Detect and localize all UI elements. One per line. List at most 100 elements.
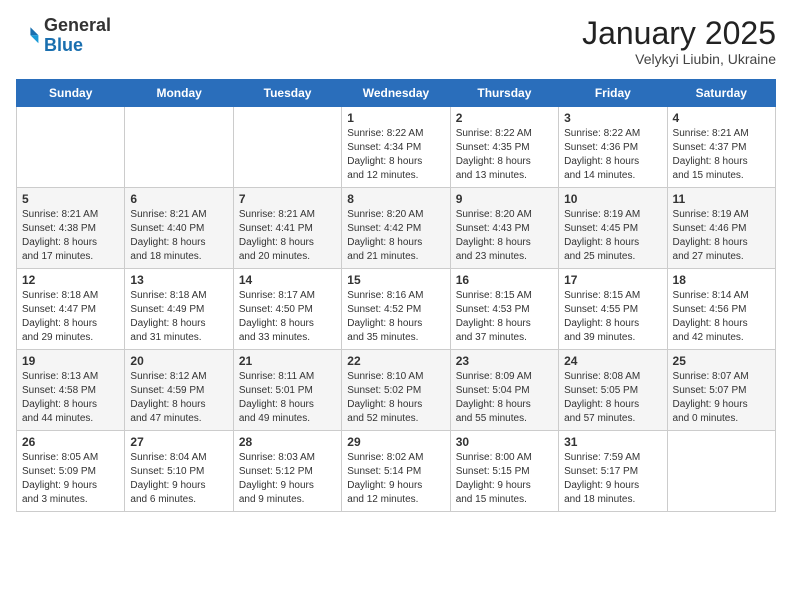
day-number: 1 (347, 111, 444, 125)
day-info: Sunrise: 8:12 AM Sunset: 4:59 PM Dayligh… (130, 370, 227, 426)
day-number: 14 (239, 273, 336, 287)
day-info: Sunrise: 8:19 AM Sunset: 4:45 PM Dayligh… (564, 208, 661, 264)
calendar-table: SundayMondayTuesdayWednesdayThursdayFrid… (16, 79, 776, 512)
day-info: Sunrise: 8:08 AM Sunset: 5:05 PM Dayligh… (564, 370, 661, 426)
day-info: Sunrise: 8:11 AM Sunset: 5:01 PM Dayligh… (239, 370, 336, 426)
calendar-cell: 8 Sunrise: 8:20 AM Sunset: 4:42 PM Daylig… (342, 188, 450, 269)
day-info: Sunrise: 8:05 AM Sunset: 5:09 PM Dayligh… (22, 451, 119, 507)
calendar-cell: 25 Sunrise: 8:07 AM Sunset: 5:07 PM Dayli… (667, 350, 775, 431)
day-header-thursday: Thursday (450, 80, 558, 107)
calendar-cell: 4Sunrise: 8:21 AM Sunset: 4:37 PM Daylig… (667, 107, 775, 188)
day-header-sunday: Sunday (17, 80, 125, 107)
day-number: 29 (347, 435, 444, 449)
calendar-week-row: 19Sunrise: 8:13 AM Sunset: 4:58 PM Dayli… (17, 350, 776, 431)
calendar-cell: 6Sunrise: 8:21 AM Sunset: 4:40 PM Daylig… (125, 188, 233, 269)
calendar-cell: 7 Sunrise: 8:21 AM Sunset: 4:41 PM Daylig… (233, 188, 341, 269)
day-info: Sunrise: 8:20 AM Sunset: 4:43 PM Dayligh… (456, 208, 553, 264)
calendar-cell: 1 Sunrise: 8:22 AM Sunset: 4:34 PM Daylig… (342, 107, 450, 188)
logo-text: General Blue (44, 16, 111, 56)
logo-general: General (44, 15, 111, 35)
calendar-cell: 30Sunrise: 8:00 AM Sunset: 5:15 PM Dayli… (450, 431, 558, 512)
calendar-cell: 17 Sunrise: 8:15 AM Sunset: 4:55 PM Dayli… (559, 269, 667, 350)
day-info: Sunrise: 8:21 AM Sunset: 4:37 PM Dayligh… (673, 127, 770, 183)
day-info: Sunrise: 8:22 AM Sunset: 4:35 PM Dayligh… (456, 127, 553, 183)
day-number: 11 (673, 192, 770, 206)
day-info: Sunrise: 8:09 AM Sunset: 5:04 PM Dayligh… (456, 370, 553, 426)
calendar-cell: 13Sunrise: 8:18 AM Sunset: 4:49 PM Dayli… (125, 269, 233, 350)
day-number: 7 (239, 192, 336, 206)
calendar-cell: 20 Sunrise: 8:12 AM Sunset: 4:59 PM Dayli… (125, 350, 233, 431)
calendar-cell: 26 Sunrise: 8:05 AM Sunset: 5:09 PM Dayli… (17, 431, 125, 512)
day-number: 28 (239, 435, 336, 449)
day-number: 6 (130, 192, 227, 206)
day-number: 12 (22, 273, 119, 287)
day-number: 24 (564, 354, 661, 368)
day-number: 30 (456, 435, 553, 449)
day-info: Sunrise: 8:21 AM Sunset: 4:38 PM Dayligh… (22, 208, 119, 264)
calendar-cell: 5Sunrise: 8:21 AM Sunset: 4:38 PM Daylig… (17, 188, 125, 269)
day-number: 16 (456, 273, 553, 287)
day-info: Sunrise: 7:59 AM Sunset: 5:17 PM Dayligh… (564, 451, 661, 507)
day-number: 23 (456, 354, 553, 368)
day-header-wednesday: Wednesday (342, 80, 450, 107)
location-subtitle: Velykyi Liubin, Ukraine (582, 51, 776, 67)
day-info: Sunrise: 8:18 AM Sunset: 4:47 PM Dayligh… (22, 289, 119, 345)
day-number: 3 (564, 111, 661, 125)
calendar-cell (667, 431, 775, 512)
calendar-cell: 27 Sunrise: 8:04 AM Sunset: 5:10 PM Dayli… (125, 431, 233, 512)
calendar-week-row: 5Sunrise: 8:21 AM Sunset: 4:38 PM Daylig… (17, 188, 776, 269)
logo-icon (16, 24, 40, 48)
calendar-week-row: 1 Sunrise: 8:22 AM Sunset: 4:34 PM Daylig… (17, 107, 776, 188)
day-info: Sunrise: 8:22 AM Sunset: 4:36 PM Dayligh… (564, 127, 661, 183)
day-header-saturday: Saturday (667, 80, 775, 107)
day-number: 31 (564, 435, 661, 449)
day-number: 17 (564, 273, 661, 287)
day-info: Sunrise: 8:15 AM Sunset: 4:55 PM Dayligh… (564, 289, 661, 345)
day-number: 20 (130, 354, 227, 368)
calendar-week-row: 26 Sunrise: 8:05 AM Sunset: 5:09 PM Dayli… (17, 431, 776, 512)
day-number: 27 (130, 435, 227, 449)
calendar-cell: 19Sunrise: 8:13 AM Sunset: 4:58 PM Dayli… (17, 350, 125, 431)
day-info: Sunrise: 8:18 AM Sunset: 4:49 PM Dayligh… (130, 289, 227, 345)
calendar-cell: 15 Sunrise: 8:16 AM Sunset: 4:52 PM Dayli… (342, 269, 450, 350)
day-header-monday: Monday (125, 80, 233, 107)
calendar-cell: 10 Sunrise: 8:19 AM Sunset: 4:45 PM Dayli… (559, 188, 667, 269)
logo: General Blue (16, 16, 111, 56)
calendar-header-row: SundayMondayTuesdayWednesdayThursdayFrid… (17, 80, 776, 107)
calendar-cell (17, 107, 125, 188)
calendar-cell: 28 Sunrise: 8:03 AM Sunset: 5:12 PM Dayli… (233, 431, 341, 512)
day-info: Sunrise: 8:21 AM Sunset: 4:41 PM Dayligh… (239, 208, 336, 264)
calendar-cell: 11Sunrise: 8:19 AM Sunset: 4:46 PM Dayli… (667, 188, 775, 269)
day-info: Sunrise: 8:07 AM Sunset: 5:07 PM Dayligh… (673, 370, 770, 426)
calendar-cell: 3 Sunrise: 8:22 AM Sunset: 4:36 PM Daylig… (559, 107, 667, 188)
day-info: Sunrise: 8:22 AM Sunset: 4:34 PM Dayligh… (347, 127, 444, 183)
day-info: Sunrise: 8:15 AM Sunset: 4:53 PM Dayligh… (456, 289, 553, 345)
day-number: 19 (22, 354, 119, 368)
calendar-cell: 22 Sunrise: 8:10 AM Sunset: 5:02 PM Dayli… (342, 350, 450, 431)
calendar-cell: 21Sunrise: 8:11 AM Sunset: 5:01 PM Dayli… (233, 350, 341, 431)
page-header: General Blue January 2025 Velykyi Liubin… (16, 16, 776, 67)
month-year-title: January 2025 (582, 16, 776, 51)
title-block: January 2025 Velykyi Liubin, Ukraine (582, 16, 776, 67)
day-number: 10 (564, 192, 661, 206)
calendar-cell: 29Sunrise: 8:02 AM Sunset: 5:14 PM Dayli… (342, 431, 450, 512)
day-number: 22 (347, 354, 444, 368)
logo-blue: Blue (44, 35, 83, 55)
calendar-cell: 12 Sunrise: 8:18 AM Sunset: 4:47 PM Dayli… (17, 269, 125, 350)
day-number: 26 (22, 435, 119, 449)
day-info: Sunrise: 8:20 AM Sunset: 4:42 PM Dayligh… (347, 208, 444, 264)
day-info: Sunrise: 8:10 AM Sunset: 5:02 PM Dayligh… (347, 370, 444, 426)
calendar-cell: 14 Sunrise: 8:17 AM Sunset: 4:50 PM Dayli… (233, 269, 341, 350)
day-info: Sunrise: 8:04 AM Sunset: 5:10 PM Dayligh… (130, 451, 227, 507)
day-header-tuesday: Tuesday (233, 80, 341, 107)
day-info: Sunrise: 8:14 AM Sunset: 4:56 PM Dayligh… (673, 289, 770, 345)
calendar-cell: 18Sunrise: 8:14 AM Sunset: 4:56 PM Dayli… (667, 269, 775, 350)
day-number: 25 (673, 354, 770, 368)
day-number: 8 (347, 192, 444, 206)
day-info: Sunrise: 8:03 AM Sunset: 5:12 PM Dayligh… (239, 451, 336, 507)
day-number: 15 (347, 273, 444, 287)
calendar-cell (125, 107, 233, 188)
day-info: Sunrise: 8:17 AM Sunset: 4:50 PM Dayligh… (239, 289, 336, 345)
day-number: 2 (456, 111, 553, 125)
day-info: Sunrise: 8:16 AM Sunset: 4:52 PM Dayligh… (347, 289, 444, 345)
